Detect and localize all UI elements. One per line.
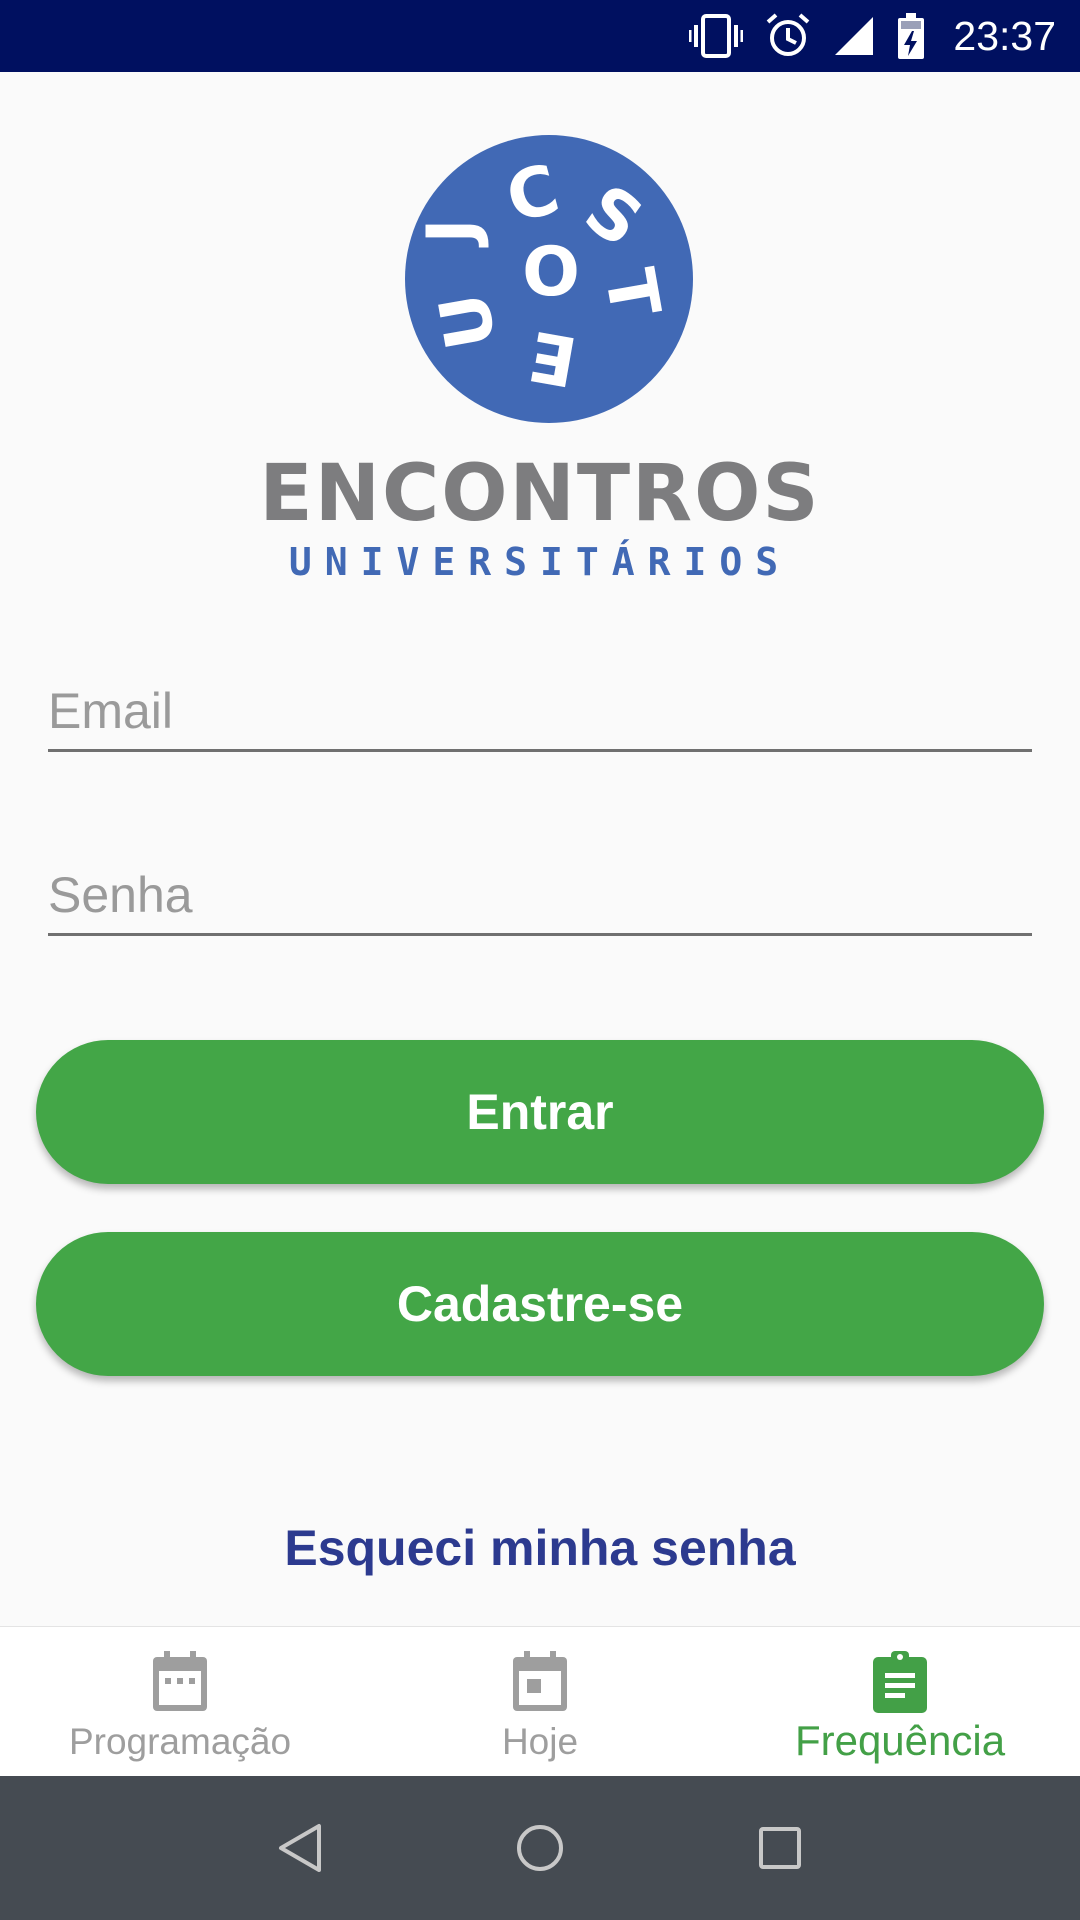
vibrate-icon [689, 13, 744, 59]
nav-item-hoje[interactable]: Hoje [360, 1627, 720, 1777]
clipboard-icon [871, 1643, 929, 1713]
signup-button[interactable]: Cadastre-se [36, 1232, 1044, 1376]
nav-label: Hoje [501, 1721, 579, 1762]
svg-text:J: J [413, 218, 492, 247]
calendar-today-icon [511, 1643, 569, 1713]
password-field[interactable] [48, 856, 1032, 936]
login-button[interactable]: Entrar [36, 1040, 1044, 1184]
battery-charging-icon [897, 13, 925, 59]
nav-label: Frequência [794, 1717, 1006, 1764]
recents-icon[interactable] [660, 1826, 900, 1870]
svg-text:O: O [522, 233, 580, 312]
brand-title: ENCONTROS [259, 449, 821, 539]
calendar-icon [151, 1643, 209, 1713]
clock-time: 23:37 [953, 12, 1056, 59]
forgot-password-link[interactable]: Esqueci minha senha [0, 1516, 1080, 1580]
back-icon[interactable] [180, 1823, 420, 1873]
bottom-navigation: Programação Hoje Frequência [0, 1626, 1080, 1777]
logo-emblem: J C S O T U E [405, 135, 693, 423]
nav-item-programacao[interactable]: Programação [0, 1627, 360, 1777]
nav-item-frequencia[interactable]: Frequência [720, 1627, 1080, 1777]
brand-subtitle: UNIVERSITÁRIOS [288, 540, 792, 584]
alarm-icon [765, 13, 811, 59]
system-navigation-bar [0, 1776, 1080, 1920]
email-field[interactable] [48, 672, 1032, 752]
signal-icon [833, 15, 875, 57]
home-icon[interactable] [420, 1823, 660, 1873]
nav-label: Programação [68, 1721, 292, 1762]
status-bar: 23:37 [0, 0, 1080, 72]
